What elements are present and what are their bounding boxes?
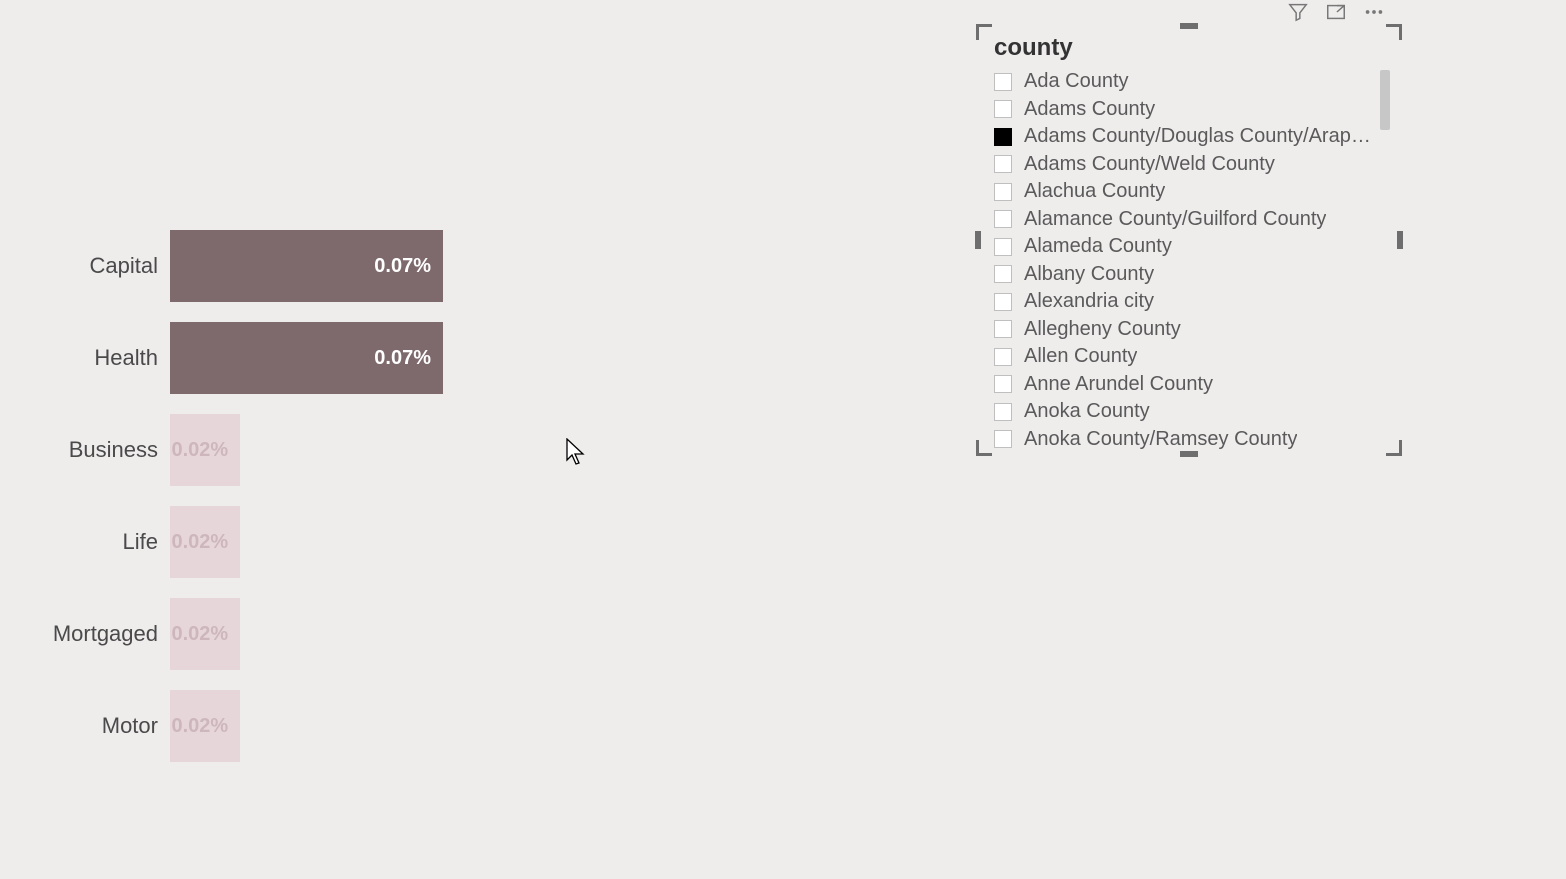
slicer-item-label: Albany County — [1024, 263, 1154, 286]
slicer-item[interactable]: Alamance County/Guilford County — [994, 206, 1372, 234]
slicer-item[interactable]: Adams County/Douglas County/Arapahoe ... — [994, 123, 1372, 151]
bar-fill[interactable]: 0.02% — [170, 506, 240, 578]
slicer-list: Ada County Adams County Adams County/Dou… — [994, 68, 1372, 450]
scrollbar-thumb[interactable] — [1380, 70, 1390, 130]
county-slicer[interactable]: county Ada County Adams County Adams Cou… — [976, 24, 1402, 456]
slicer-item[interactable]: Adams County/Weld County — [994, 151, 1372, 179]
bar-value: 0.02% — [171, 439, 228, 462]
checkbox-icon[interactable] — [994, 403, 1012, 421]
bar-fill[interactable]: 0.02% — [170, 414, 240, 486]
bar-fill[interactable]: 0.02% — [170, 598, 240, 670]
bar-row[interactable]: Mortgaged 0.02% — [0, 598, 960, 670]
bar-track: 0.07% — [170, 230, 950, 302]
bar-fill[interactable]: 0.07% — [170, 230, 443, 302]
checkbox-icon[interactable] — [994, 210, 1012, 228]
checkbox-icon[interactable] — [994, 238, 1012, 256]
slicer-item[interactable]: Albany County — [994, 261, 1372, 289]
bar-row[interactable]: Business 0.02% — [0, 414, 960, 486]
bar-label: Health — [0, 345, 170, 371]
slicer-item-label: Adams County — [1024, 98, 1155, 121]
checkbox-icon[interactable] — [994, 183, 1012, 201]
checkbox-icon[interactable] — [994, 128, 1012, 146]
slicer-item-label: Anne Arundel County — [1024, 373, 1213, 396]
checkbox-icon[interactable] — [994, 100, 1012, 118]
checkbox-icon[interactable] — [994, 375, 1012, 393]
slicer-item-label: Allegheny County — [1024, 318, 1181, 341]
selection-handle[interactable] — [1386, 24, 1402, 40]
selection-handle[interactable] — [976, 24, 992, 40]
checkbox-icon[interactable] — [994, 293, 1012, 311]
bar-value: 0.02% — [171, 623, 228, 646]
slicer-item-label: Alexandria city — [1024, 290, 1154, 313]
slicer-item-label: Anoka County/Ramsey County — [1024, 428, 1297, 450]
bar-row[interactable]: Motor 0.02% — [0, 690, 960, 762]
checkbox-icon[interactable] — [994, 348, 1012, 366]
bar-row[interactable]: Health 0.07% — [0, 322, 960, 394]
bar-label: Life — [0, 529, 170, 555]
slicer-item-label: Alachua County — [1024, 180, 1165, 203]
slicer-item[interactable]: Alameda County — [994, 233, 1372, 261]
slicer-item-label: Alamance County/Guilford County — [1024, 208, 1326, 231]
slicer-item-label: Adams County/Douglas County/Arapahoe ... — [1024, 125, 1372, 148]
bar-track: 0.02% — [170, 598, 950, 670]
slicer-item-label: Adams County/Weld County — [1024, 153, 1275, 176]
bar-track: 0.02% — [170, 690, 950, 762]
slicer-item[interactable]: Ada County — [994, 68, 1372, 96]
bar-value: 0.02% — [171, 715, 228, 738]
selection-handle[interactable] — [976, 440, 992, 456]
slicer-item[interactable]: Anoka County/Ramsey County — [994, 426, 1372, 451]
slicer-item[interactable]: Alachua County — [994, 178, 1372, 206]
bar-label: Capital — [0, 253, 170, 279]
slicer-item[interactable]: Adams County — [994, 96, 1372, 124]
selection-handle[interactable] — [1397, 231, 1403, 249]
slicer-item[interactable]: Anne Arundel County — [994, 371, 1372, 399]
checkbox-icon[interactable] — [994, 265, 1012, 283]
bar-label: Business — [0, 437, 170, 463]
bar-row[interactable]: Capital 0.07% — [0, 230, 960, 302]
checkbox-icon[interactable] — [994, 430, 1012, 448]
slicer-item-label: Ada County — [1024, 70, 1129, 93]
selection-handle[interactable] — [1180, 451, 1198, 457]
slicer-item-label: Anoka County — [1024, 400, 1150, 423]
slicer-item-label: Alameda County — [1024, 235, 1172, 258]
bar-row[interactable]: Life 0.02% — [0, 506, 960, 578]
checkbox-icon[interactable] — [994, 73, 1012, 91]
selection-handle[interactable] — [1386, 440, 1402, 456]
bar-track: 0.02% — [170, 414, 950, 486]
slicer-item[interactable]: Allen County — [994, 343, 1372, 371]
bar-value: 0.07% — [374, 347, 431, 370]
checkbox-icon[interactable] — [994, 320, 1012, 338]
bar-fill[interactable]: 0.02% — [170, 690, 240, 762]
slicer-item[interactable]: Anoka County — [994, 398, 1372, 426]
bar-track: 0.07% — [170, 322, 950, 394]
slicer-item-label: Allen County — [1024, 345, 1137, 368]
bar-value: 0.02% — [171, 531, 228, 554]
selection-handle[interactable] — [975, 231, 981, 249]
bar-track: 0.02% — [170, 506, 950, 578]
selection-handle[interactable] — [1180, 23, 1198, 29]
slicer-item[interactable]: Alexandria city — [994, 288, 1372, 316]
bar-value: 0.07% — [374, 255, 431, 278]
bar-chart[interactable]: Capital 0.07% Health 0.07% Business 0.02… — [0, 230, 960, 782]
bar-label: Motor — [0, 713, 170, 739]
bar-label: Mortgaged — [0, 621, 170, 647]
bar-fill[interactable]: 0.07% — [170, 322, 443, 394]
slicer-title: county — [994, 34, 1073, 62]
checkbox-icon[interactable] — [994, 155, 1012, 173]
slicer-item[interactable]: Allegheny County — [994, 316, 1372, 344]
